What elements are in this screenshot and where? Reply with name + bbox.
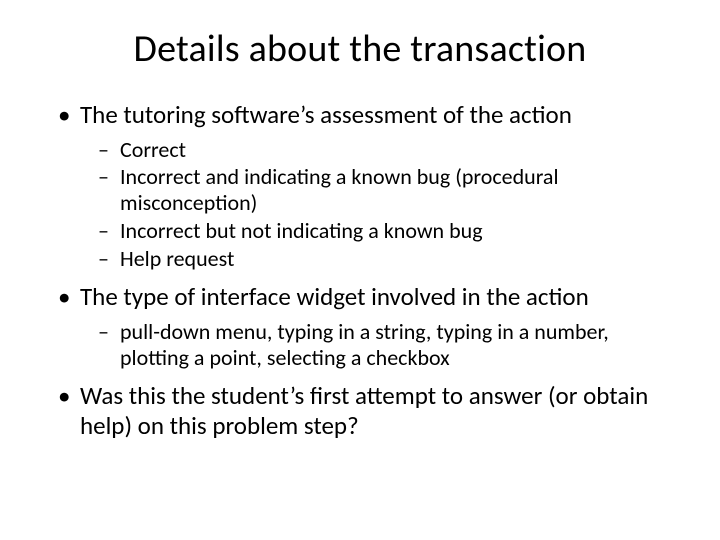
bullet-text: The type of interface widget involved in… <box>80 281 589 312</box>
list-item: pull-down menu, typing in a string, typi… <box>80 319 668 371</box>
sub-list: pull-down menu, typing in a string, typi… <box>80 319 668 371</box>
sub-bullet-text: Incorrect and indicating a known bug (pr… <box>120 163 559 216</box>
bullet-list: The tutoring software’s assessment of th… <box>52 100 668 442</box>
bullet-text: Was this the student’s first attempt to … <box>80 380 648 442</box>
slide: Details about the transaction The tutori… <box>0 0 720 540</box>
list-item: Was this the student’s first attempt to … <box>52 381 668 442</box>
list-item: The type of interface widget involved in… <box>52 282 668 370</box>
list-item: Correct <box>80 137 668 163</box>
sub-bullet-text: Correct <box>120 136 186 163</box>
sub-bullet-text: Incorrect but not indicating a known bug <box>120 217 483 244</box>
list-item: The tutoring software’s assessment of th… <box>52 100 668 272</box>
list-item: Incorrect and indicating a known bug (pr… <box>80 164 668 216</box>
sub-bullet-text: pull-down menu, typing in a string, typi… <box>120 318 609 371</box>
sub-list: Correct Incorrect and indicating a known… <box>80 137 668 273</box>
slide-title: Details about the transaction <box>52 26 668 72</box>
bullet-text: The tutoring software’s assessment of th… <box>80 99 572 130</box>
list-item: Help request <box>80 246 668 272</box>
list-item: Incorrect but not indicating a known bug <box>80 218 668 244</box>
sub-bullet-text: Help request <box>120 245 234 272</box>
